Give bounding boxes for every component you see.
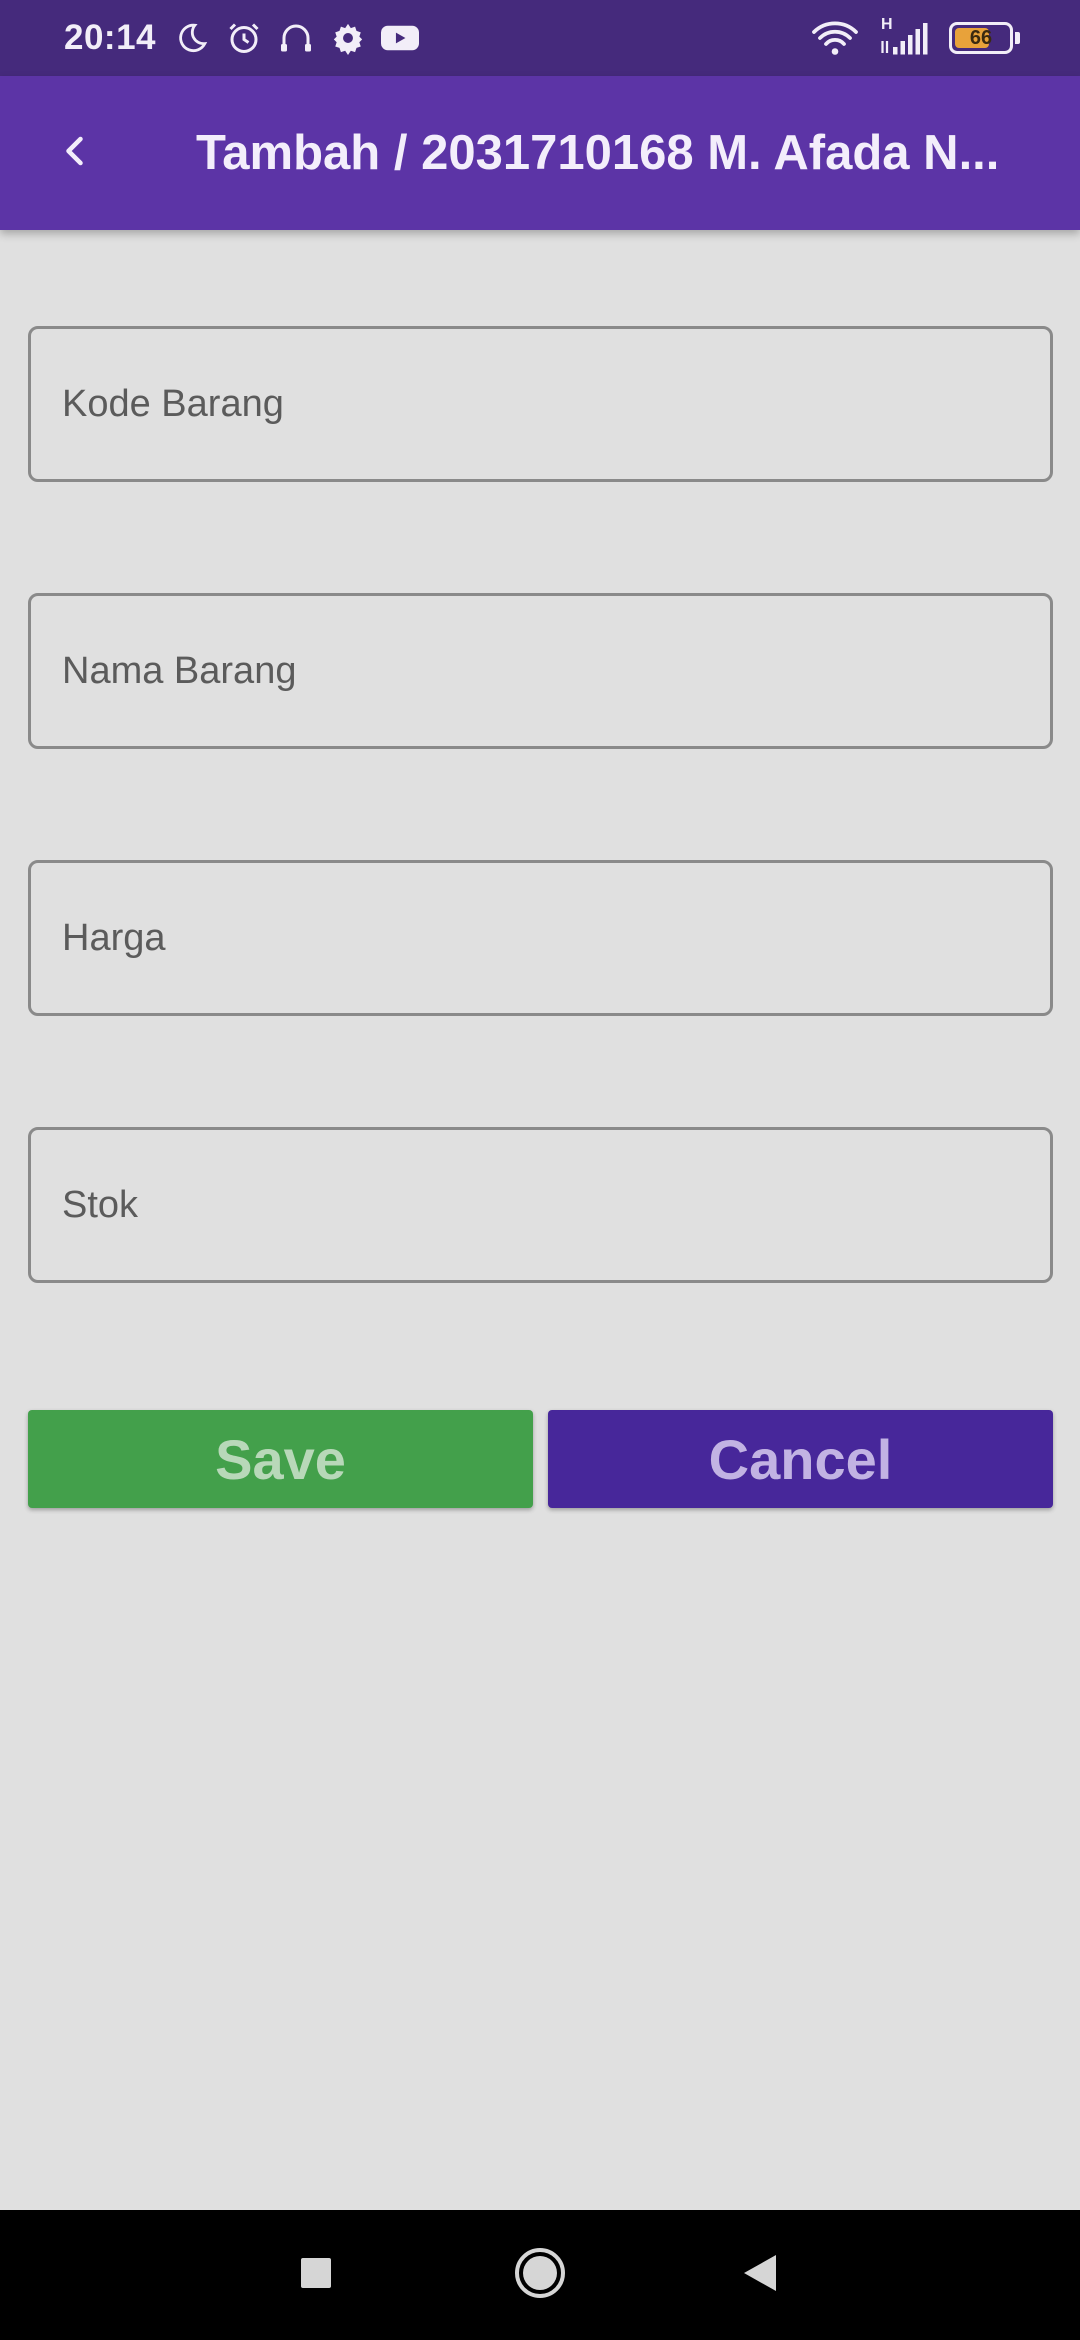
back-button[interactable] xyxy=(36,113,116,193)
save-button[interactable]: Save xyxy=(28,1410,533,1508)
network-type-label: H xyxy=(881,16,893,33)
form-actions: Save Cancel xyxy=(28,1410,1053,1508)
status-bar: 20:14 H 66 xyxy=(0,0,1080,76)
signal-icon: H xyxy=(875,16,935,58)
youtube-icon xyxy=(380,18,420,58)
battery-body: 66 xyxy=(949,22,1013,54)
status-left-icons xyxy=(172,18,420,58)
kode-barang-input[interactable] xyxy=(62,382,1050,426)
battery-icon: 66 xyxy=(949,22,1020,54)
recents-square-icon xyxy=(300,2257,332,2294)
stok-field[interactable] xyxy=(28,1127,1053,1283)
item-form xyxy=(28,326,1053,1283)
battery-tip xyxy=(1015,32,1020,44)
back-nav-button[interactable] xyxy=(730,2245,790,2305)
headset-icon xyxy=(276,18,316,58)
gear-icon xyxy=(328,18,368,58)
harga-input[interactable] xyxy=(62,916,1050,960)
kode-barang-field[interactable] xyxy=(28,326,1053,482)
back-triangle-icon xyxy=(742,2253,778,2298)
status-right-icons: H 66 xyxy=(809,16,1020,58)
home-button[interactable] xyxy=(510,2245,570,2305)
system-nav-bar xyxy=(0,2210,1080,2340)
home-circle-icon xyxy=(513,2246,567,2305)
nama-barang-input[interactable] xyxy=(62,649,1050,693)
app-bar: Tambah / 2031710168 M. Afada N... xyxy=(0,76,1080,230)
status-time: 20:14 xyxy=(64,18,157,57)
recents-button[interactable] xyxy=(286,2245,346,2305)
cancel-button[interactable]: Cancel xyxy=(548,1410,1053,1508)
stok-input[interactable] xyxy=(62,1183,1050,1227)
page-title: Tambah / 2031710168 M. Afada N... xyxy=(196,126,1000,180)
nama-barang-field[interactable] xyxy=(28,593,1053,749)
moon-icon xyxy=(172,18,212,58)
chevron-left-icon xyxy=(58,133,94,174)
alarm-icon xyxy=(224,18,264,58)
wifi-icon xyxy=(809,18,861,58)
battery-level: 66 xyxy=(969,26,993,49)
harga-field[interactable] xyxy=(28,860,1053,1016)
